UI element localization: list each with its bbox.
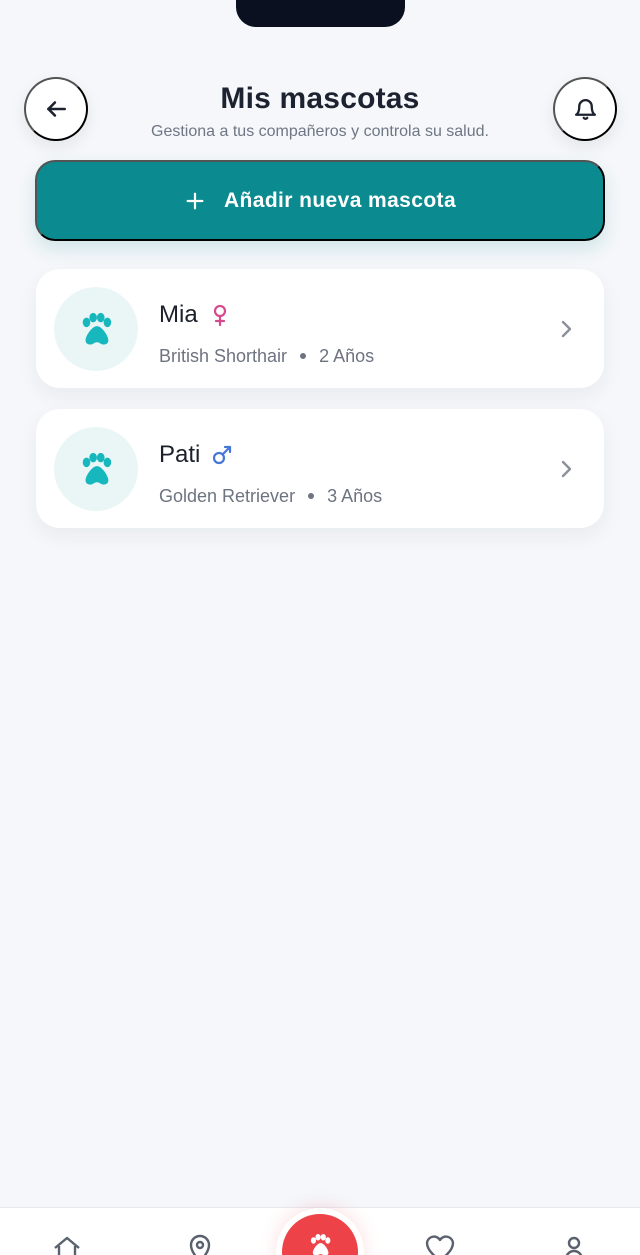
pet-name: Mia xyxy=(159,301,198,328)
pet-card-pati[interactable]: Pati Golden Retriever 3 Años xyxy=(36,409,604,528)
paw-nav-circle xyxy=(282,1214,358,1255)
pet-avatar xyxy=(54,287,138,371)
header: Mis mascotas Gestiona a tus compañeros y… xyxy=(0,76,640,146)
paw-icon xyxy=(307,1232,333,1255)
paw-nav-button[interactable] xyxy=(276,1208,364,1255)
location-icon[interactable] xyxy=(182,1232,218,1255)
add-pet-button[interactable]: Añadir nueva mascota xyxy=(35,160,605,241)
female-icon xyxy=(209,304,231,327)
page-subtitle: Gestiona a tus compañeros y controla su … xyxy=(151,123,489,140)
bell-icon xyxy=(573,97,598,122)
pet-name-row: Mia xyxy=(159,299,519,331)
arrow-left-icon xyxy=(43,96,69,122)
heart-icon[interactable] xyxy=(422,1232,458,1255)
profile-icon[interactable] xyxy=(556,1232,592,1255)
pet-age: 2 Años xyxy=(319,346,375,366)
pet-name: Pati xyxy=(159,441,201,468)
add-pet-label: Añadir nueva mascota xyxy=(223,188,457,212)
pet-list-screen: Mis mascotas Gestiona a tus compañeros y… xyxy=(0,0,640,1255)
separator-dot xyxy=(300,353,307,359)
home-icon[interactable] xyxy=(49,1232,85,1255)
pet-age: 3 Años xyxy=(327,486,383,506)
title-group: Mis mascotas Gestiona a tus compañeros y… xyxy=(100,80,540,143)
separator-dot xyxy=(308,493,315,499)
pet-breed: British Shorthair xyxy=(159,346,288,366)
bottom-navigation xyxy=(0,1207,640,1255)
chevron-right-icon xyxy=(558,457,574,481)
pet-meta: Golden Retriever 3 Años xyxy=(159,485,519,507)
plus-icon xyxy=(184,190,206,212)
back-button[interactable] xyxy=(24,77,88,141)
chevron-right-icon xyxy=(558,317,574,341)
pet-meta: British Shorthair 2 Años xyxy=(159,345,519,367)
pet-info: Pati Golden Retriever 3 Años xyxy=(159,439,519,507)
notifications-button[interactable] xyxy=(553,77,617,141)
paw-icon xyxy=(77,450,115,488)
pet-breed: Golden Retriever xyxy=(159,486,296,506)
paw-icon xyxy=(77,310,115,348)
pet-info: Mia British Shorthair 2 Años xyxy=(159,299,519,367)
page-title: Mis mascotas xyxy=(220,82,420,115)
pet-avatar xyxy=(54,427,138,511)
pet-name-row: Pati xyxy=(159,439,519,471)
device-notch xyxy=(236,0,405,27)
male-icon xyxy=(211,444,233,466)
pet-card-mia[interactable]: Mia British Shorthair 2 Años xyxy=(36,269,604,388)
